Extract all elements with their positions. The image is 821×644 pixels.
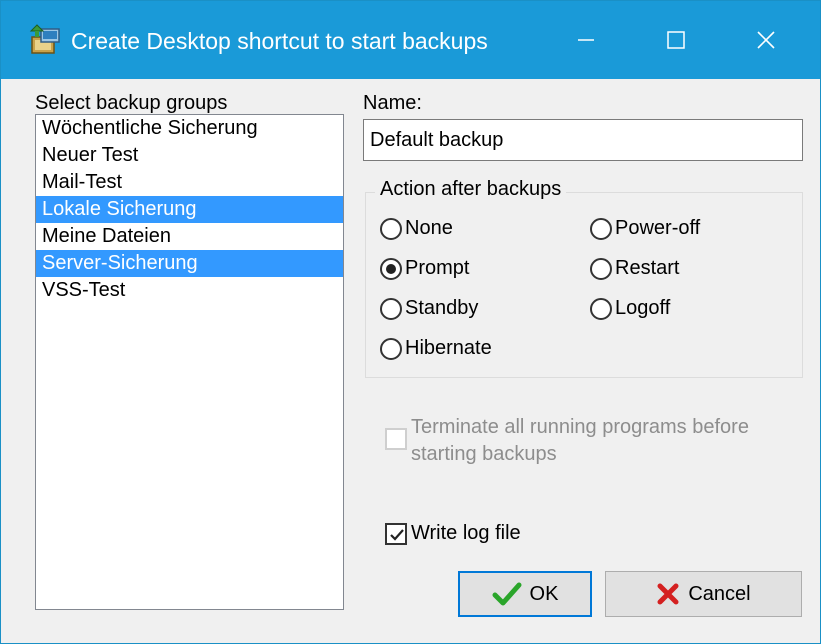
writelog-checkbox[interactable] [385, 522, 407, 545]
action-legend: Action after backups [375, 178, 567, 201]
backup-app-icon [29, 23, 63, 57]
cancel-button[interactable]: Cancel [605, 571, 802, 617]
minimize-button[interactable] [541, 1, 631, 79]
radio-restart[interactable]: Restart [590, 257, 679, 280]
radio-hibernate[interactable]: Hibernate [380, 337, 492, 360]
window-title: Create Desktop shortcut to start backups [71, 28, 488, 54]
minimize-icon [578, 39, 594, 41]
radio-circle [380, 257, 402, 280]
radio-standby[interactable]: Standby [380, 297, 478, 320]
terminate-label-line2: starting backups [411, 443, 557, 465]
radio-prompt[interactable]: Prompt [380, 257, 469, 280]
radio-none[interactable]: None [380, 217, 453, 240]
radio-circle [590, 257, 612, 280]
radio-label: Standby [405, 297, 479, 319]
list-item[interactable]: Mail-Test [36, 169, 343, 196]
red-x-icon [656, 582, 680, 606]
writelog-label: Write log file [411, 522, 521, 544]
maximize-button[interactable] [631, 1, 721, 79]
list-item[interactable]: Meine Dateien [36, 223, 343, 250]
radio-circle [380, 337, 402, 360]
checkmark-icon [390, 528, 404, 541]
terminate-label-line1: Terminate all running programs before [411, 416, 749, 438]
cancel-label: Cancel [688, 582, 751, 605]
list-item[interactable]: Server-Sicherung [36, 250, 343, 277]
radio-label: Logoff [615, 297, 671, 319]
radio-label: Restart [615, 257, 680, 279]
name-input[interactable] [363, 119, 803, 161]
radio-circle [590, 217, 612, 240]
close-icon [757, 31, 775, 49]
list-item[interactable]: VSS-Test [36, 277, 343, 304]
ok-button[interactable]: OK [458, 571, 592, 617]
radio-label: Hibernate [405, 337, 492, 359]
radio-circle [380, 217, 402, 240]
dialog-window: Create Desktop shortcut to start backups… [0, 0, 821, 644]
close-button[interactable] [721, 1, 811, 79]
radio-poweroff[interactable]: Power-off [590, 217, 700, 240]
terminate-checkbox[interactable] [385, 428, 407, 450]
radio-circle [590, 297, 612, 320]
maximize-icon [667, 31, 685, 49]
writelog-checkbox-row[interactable]: Write log file [385, 522, 521, 545]
radio-label: Power-off [615, 217, 701, 239]
list-item[interactable]: Neuer Test [36, 142, 343, 169]
radio-circle [380, 297, 402, 320]
terminate-label: Terminate all running programs before st… [411, 414, 749, 468]
list-item[interactable]: Lokale Sicherung [36, 196, 343, 223]
radio-logoff[interactable]: Logoff [590, 297, 670, 320]
name-label: Name: [363, 92, 422, 114]
list-item[interactable]: Wöchentliche Sicherung [36, 115, 343, 142]
ok-label: OK [529, 582, 559, 605]
radio-label: None [405, 217, 453, 239]
title-bar[interactable]: Create Desktop shortcut to start backups [1, 1, 820, 79]
groups-label: Select backup groups [35, 92, 228, 114]
terminate-checkbox-row[interactable]: Terminate all running programs before st… [385, 414, 749, 468]
green-check-icon [492, 581, 522, 607]
radio-label: Prompt [405, 257, 470, 279]
backup-groups-list[interactable]: Wöchentliche Sicherung Neuer Test Mail-T… [35, 114, 344, 610]
